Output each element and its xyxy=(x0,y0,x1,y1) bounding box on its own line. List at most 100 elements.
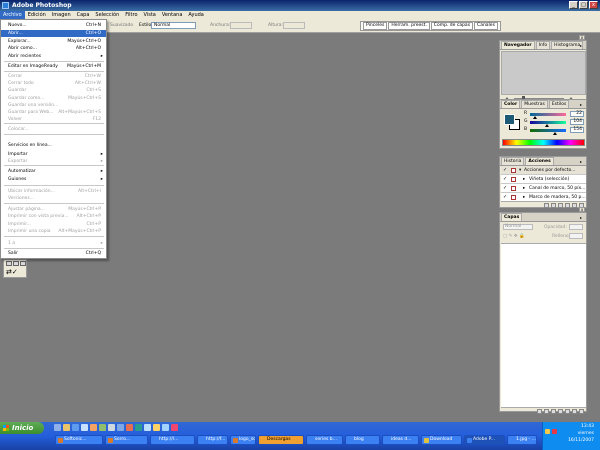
expand-arrow-icon[interactable]: ▾ xyxy=(519,168,521,173)
palette-close-icon[interactable]: x xyxy=(579,207,585,212)
file-menu-item[interactable]: Nuevo... Ctrl+N xyxy=(1,22,106,29)
tab-estilos[interactable]: Estilos xyxy=(548,100,570,108)
action-check-icon[interactable]: ✓ xyxy=(503,186,507,191)
quickmask-mode-icon[interactable] xyxy=(13,261,19,266)
quicklaunch-icon[interactable] xyxy=(171,424,178,431)
fill-field[interactable] xyxy=(569,233,583,239)
channel-g-value[interactable]: 104 xyxy=(570,119,584,125)
mask-icon[interactable] xyxy=(551,408,556,414)
menu-vista[interactable]: Vista xyxy=(141,11,159,19)
well-tab-canales[interactable]: Canales xyxy=(474,22,498,30)
record-icon[interactable] xyxy=(551,202,556,208)
palette-menu-icon[interactable]: ▸ xyxy=(578,102,584,107)
tab-navegador[interactable]: Navegador xyxy=(501,41,535,49)
menu-capa[interactable]: Capa xyxy=(74,11,93,19)
quicklaunch-icon[interactable] xyxy=(117,424,124,431)
play-icon[interactable] xyxy=(558,202,563,208)
file-menu-item[interactable]: Abrir recientes ▸ xyxy=(1,53,106,60)
dialog-toggle-icon[interactable] xyxy=(511,195,516,200)
well-tab-pinceles[interactable]: Pinceles xyxy=(363,22,388,30)
start-button[interactable]: Inicio xyxy=(0,422,44,434)
file-menu-item[interactable]: Servicios en línea... xyxy=(1,142,106,149)
dialog-toggle-icon[interactable] xyxy=(511,177,516,182)
palette-menu-icon[interactable]: ▸ xyxy=(578,43,584,48)
screen-mode-icon[interactable] xyxy=(20,261,26,266)
standard-mode-icon[interactable] xyxy=(6,261,12,266)
palette-menu-icon[interactable]: ▸ xyxy=(578,159,584,164)
expand-arrow-icon[interactable]: ▸ xyxy=(523,186,525,191)
taskbar-button[interactable]: Adobe P... xyxy=(464,435,505,445)
channel-b-knob[interactable] xyxy=(553,132,557,135)
new-action-icon[interactable] xyxy=(572,202,577,208)
palette-close-icon[interactable]: x xyxy=(579,35,585,40)
quicklaunch-icon[interactable] xyxy=(99,424,106,431)
well-tab-composiciones[interactable]: Comp. de capas xyxy=(430,22,474,30)
height-field[interactable] xyxy=(283,22,305,29)
width-field[interactable] xyxy=(230,22,252,29)
taskbar-button[interactable]: series b... xyxy=(306,435,343,445)
menu-seleccion[interactable]: Selección xyxy=(92,11,122,19)
tray-icon[interactable] xyxy=(545,429,550,434)
quicklaunch-icon[interactable] xyxy=(81,424,88,431)
tab-color[interactable]: Color xyxy=(501,100,521,108)
taskbar-button[interactable]: Softonic... xyxy=(55,435,103,445)
new-set-icon[interactable] xyxy=(565,202,570,208)
action-check-icon[interactable]: ✓ xyxy=(503,177,507,182)
menu-archivo[interactable]: Archivo xyxy=(0,11,25,19)
action-row[interactable]: ✓ ▾ Acciones por defecto... xyxy=(501,166,586,175)
quicklaunch-icon[interactable] xyxy=(135,424,142,431)
trash-icon[interactable] xyxy=(579,408,584,414)
layers-list[interactable] xyxy=(501,243,586,407)
file-menu-item[interactable]: Salir Ctrl+Q xyxy=(1,250,106,257)
quicklaunch-icon[interactable] xyxy=(144,424,151,431)
tab-historia[interactable]: Historia xyxy=(501,157,525,165)
lock-icons[interactable]: ▢ ✎ ✥ 🔒 xyxy=(503,234,525,239)
quicklaunch-icon[interactable] xyxy=(162,424,169,431)
quicklaunch-icon[interactable] xyxy=(63,424,70,431)
link-icon[interactable] xyxy=(537,408,542,414)
action-row[interactable]: ✓ ▸ Viñeta (selección) xyxy=(501,175,586,184)
quicklaunch-icon[interactable] xyxy=(90,424,97,431)
tab-acciones[interactable]: Acciones xyxy=(525,157,554,165)
adjustment-icon[interactable] xyxy=(558,408,563,414)
taskbar-button[interactable]: ideas d... xyxy=(382,435,419,445)
opacity-field[interactable] xyxy=(569,224,583,230)
quicklaunch-icon[interactable] xyxy=(54,424,61,431)
action-check-icon[interactable]: ✓ xyxy=(503,195,507,200)
dialog-toggle-icon[interactable] xyxy=(511,186,516,191)
taskbar-button[interactable]: Sorro... xyxy=(105,435,148,445)
quicklaunch-icon[interactable] xyxy=(108,424,115,431)
channel-r-value[interactable]: 22 xyxy=(570,111,584,117)
maximize-button[interactable]: □ xyxy=(579,1,588,9)
color-spectrum-bar[interactable] xyxy=(502,139,585,146)
expand-arrow-icon[interactable]: ▸ xyxy=(523,195,525,200)
close-button[interactable]: x xyxy=(589,1,598,9)
foreground-color-swatch[interactable] xyxy=(504,114,515,125)
tab-info[interactable]: Info xyxy=(535,41,551,49)
new-layer-icon[interactable] xyxy=(572,408,577,414)
taskbar-button[interactable]: logo_so... xyxy=(230,435,256,445)
file-menu-item[interactable]: Abrir... Ctrl+O xyxy=(1,30,106,37)
menu-edicion[interactable]: Edición xyxy=(25,11,49,19)
taskbar-button[interactable]: Descargas xyxy=(258,435,304,445)
taskbar-button[interactable]: 1.jpg - ... xyxy=(507,435,537,445)
dialog-toggle-icon[interactable] xyxy=(511,168,516,173)
blend-mode-select[interactable]: Normal xyxy=(503,224,533,230)
group-icon[interactable] xyxy=(565,408,570,414)
tab-capas[interactable]: Capas xyxy=(501,213,523,221)
taskbar-button[interactable]: blog xyxy=(345,435,380,445)
file-menu-item[interactable]: Automatizar ▸ xyxy=(1,168,106,175)
well-tab-herramientas[interactable]: Herram. preest. xyxy=(388,22,430,30)
tab-muestras[interactable]: Muestras xyxy=(521,100,548,108)
menu-ventana[interactable]: Ventana xyxy=(159,11,186,19)
action-row[interactable]: ✓ ▸ Canal de marco, 50 píx... xyxy=(501,184,586,193)
file-menu-item[interactable]: Editar en ImageReady Mayús+Ctrl+M xyxy=(1,63,106,70)
file-menu-item[interactable]: Guiones ▸ xyxy=(1,176,106,183)
clock-time[interactable]: 13:43 xyxy=(554,424,594,429)
expand-arrow-icon[interactable]: ▸ xyxy=(523,177,525,182)
quicklaunch-icon[interactable] xyxy=(126,424,133,431)
quicklaunch-icon[interactable] xyxy=(72,424,79,431)
minimize-button[interactable]: _ xyxy=(569,1,578,9)
taskbar-button[interactable]: http://f... xyxy=(197,435,228,445)
style-select[interactable]: Normal xyxy=(151,22,196,29)
